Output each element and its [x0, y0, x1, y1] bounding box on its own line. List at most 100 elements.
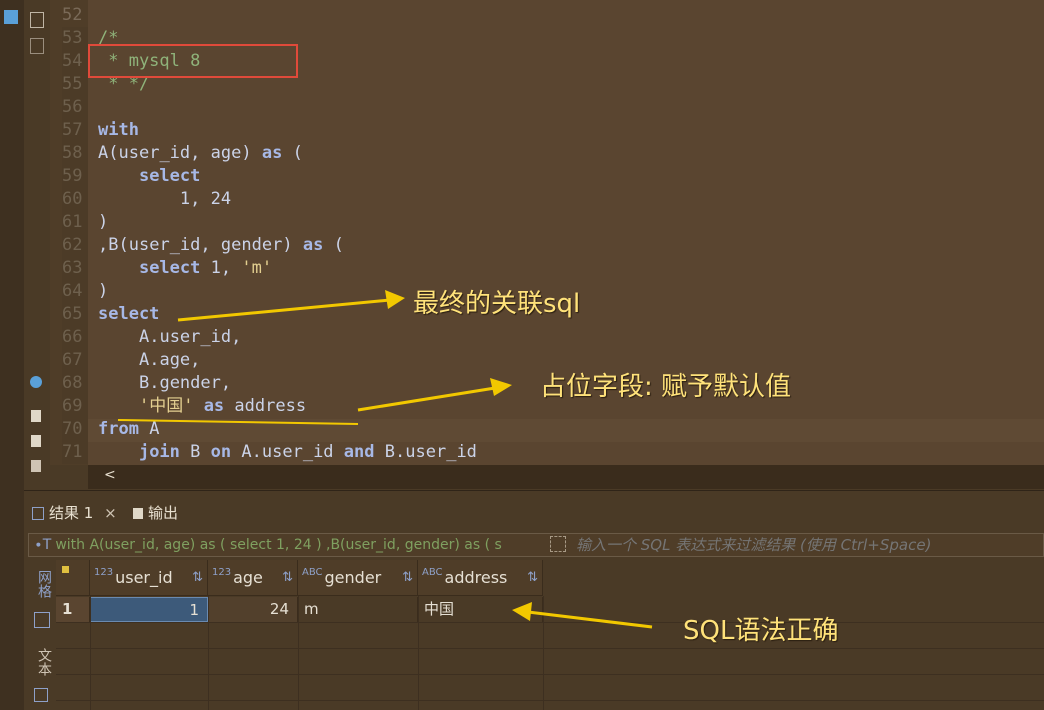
code-token: ): [282, 235, 293, 255]
column-header-user-id[interactable]: 123 user_id ⇅: [90, 560, 208, 596]
code-token: B: [108, 235, 119, 255]
column-header-gender[interactable]: ABC gender ⇅: [298, 560, 418, 596]
column-header-label: gender: [324, 568, 382, 587]
keyword-token: with: [98, 120, 139, 140]
highlight-box: [88, 44, 298, 78]
gear-icon[interactable]: [30, 376, 42, 388]
filter-prefix: ∙T: [34, 537, 52, 553]
result-view-tabs: 网格 文本: [28, 560, 57, 710]
code-token: B: [384, 442, 396, 462]
code-token: age: [159, 350, 191, 370]
grid-col-line: [418, 596, 419, 710]
line-number: 60: [62, 188, 88, 211]
line-number: 65: [62, 303, 88, 326]
panel-toggle-icon[interactable]: [4, 10, 18, 24]
line-number: 66: [62, 326, 88, 349]
row-number[interactable]: 1: [56, 597, 90, 622]
code-token: age: [210, 143, 242, 163]
tab-output-label: 输出: [148, 504, 179, 522]
line-number: 61: [62, 211, 88, 234]
code-line[interactable]: ): [98, 280, 108, 303]
document-icon[interactable]: [30, 38, 44, 54]
code-line[interactable]: A.age,: [98, 349, 200, 372]
column-header-age[interactable]: 123 age ⇅: [208, 560, 298, 596]
code-token: user_id: [405, 442, 477, 462]
line-number: 69: [62, 395, 88, 418]
sort-filter-icon[interactable]: ⇅: [192, 560, 203, 596]
sort-filter-icon[interactable]: ⇅: [282, 560, 293, 596]
code-line[interactable]: ): [98, 211, 108, 234]
table-cell[interactable]: 中国: [418, 597, 543, 622]
code-line[interactable]: ,B(user_id, gender) as (: [98, 234, 344, 257]
left-toolbar: [0, 0, 24, 710]
annotation-placeholder-field: 占位字段: 赋予默认值: [540, 372, 792, 402]
table-cell[interactable]: m: [298, 597, 418, 622]
line-number: 68: [62, 372, 88, 395]
output-icon: [133, 508, 143, 519]
code-token: (: [292, 143, 303, 163]
code-token: ): [241, 143, 252, 163]
tab-results-label: 结果 1: [49, 504, 94, 522]
expand-icon[interactable]: [550, 536, 566, 552]
line-number: 70: [62, 418, 88, 441]
filter-query-text: with A(user_id, age) as ( select 1, 24 )…: [55, 537, 502, 553]
code-line[interactable]: join B on A.user_id and B.user_id: [98, 441, 477, 464]
scroll-left-icon[interactable]: <: [104, 467, 116, 483]
close-icon[interactable]: ×: [104, 504, 117, 522]
code-line[interactable]: 1, 24: [98, 188, 231, 211]
tab-text-view[interactable]: 文本: [34, 648, 54, 676]
line-number: 62: [62, 234, 88, 257]
tab-output[interactable]: 输出: [133, 500, 178, 526]
sort-filter-icon[interactable]: ⇅: [402, 560, 413, 596]
lock-icon: [62, 566, 69, 573]
filter-input[interactable]: [572, 535, 1044, 555]
code-line[interactable]: B.gender,: [98, 372, 231, 395]
line-number: 58: [62, 142, 88, 165]
grid-row-line: [56, 700, 1044, 701]
code-line[interactable]: select: [98, 165, 200, 188]
filter-query: ∙T with A(user_id, age) as ( select 1, 24…: [34, 535, 546, 555]
text-icon: [34, 688, 48, 702]
sort-filter-icon[interactable]: ⇅: [527, 560, 538, 596]
code-token: user_id: [128, 235, 201, 255]
column-header-label: user_id: [115, 568, 173, 587]
horizontal-scrollbar[interactable]: [88, 465, 1044, 489]
code-token: ,: [190, 189, 201, 209]
file-icon[interactable]: [31, 435, 41, 447]
keyword-token: on: [210, 442, 232, 462]
export-icon[interactable]: [31, 410, 41, 422]
code-token: ,: [190, 143, 201, 163]
execute-icon[interactable]: [30, 12, 44, 28]
grid-col-line: [90, 596, 91, 710]
code-token: address: [234, 396, 307, 416]
code-line[interactable]: select 1, 'm': [98, 257, 272, 280]
code-line[interactable]: with: [98, 119, 139, 142]
tab-results[interactable]: 结果 1 ×: [32, 500, 117, 526]
code-line[interactable]: A.user_id,: [98, 326, 241, 349]
column-header-label: address: [444, 568, 508, 587]
code-token: (: [333, 235, 344, 255]
code-token: user_id: [118, 143, 191, 163]
code-line[interactable]: '中国' as address: [98, 395, 306, 418]
table-cell[interactable]: 1: [90, 597, 208, 622]
string-token: 'm': [241, 258, 273, 278]
code-token: B: [190, 442, 201, 462]
script-icon[interactable]: [31, 460, 41, 472]
code-line[interactable]: from A: [98, 418, 159, 441]
type-icon: ABC: [302, 567, 323, 578]
column-header-address[interactable]: ABC address ⇅: [418, 560, 543, 596]
code-line[interactable]: A(user_id, age) as (: [98, 142, 303, 165]
table-cell[interactable]: 24: [208, 597, 298, 622]
grid-col-line: [543, 596, 544, 710]
code-token: gender: [159, 373, 221, 393]
code-line[interactable]: select: [98, 303, 159, 326]
tab-grid-view[interactable]: 网格: [34, 570, 54, 598]
keyword-token: as: [203, 396, 225, 416]
